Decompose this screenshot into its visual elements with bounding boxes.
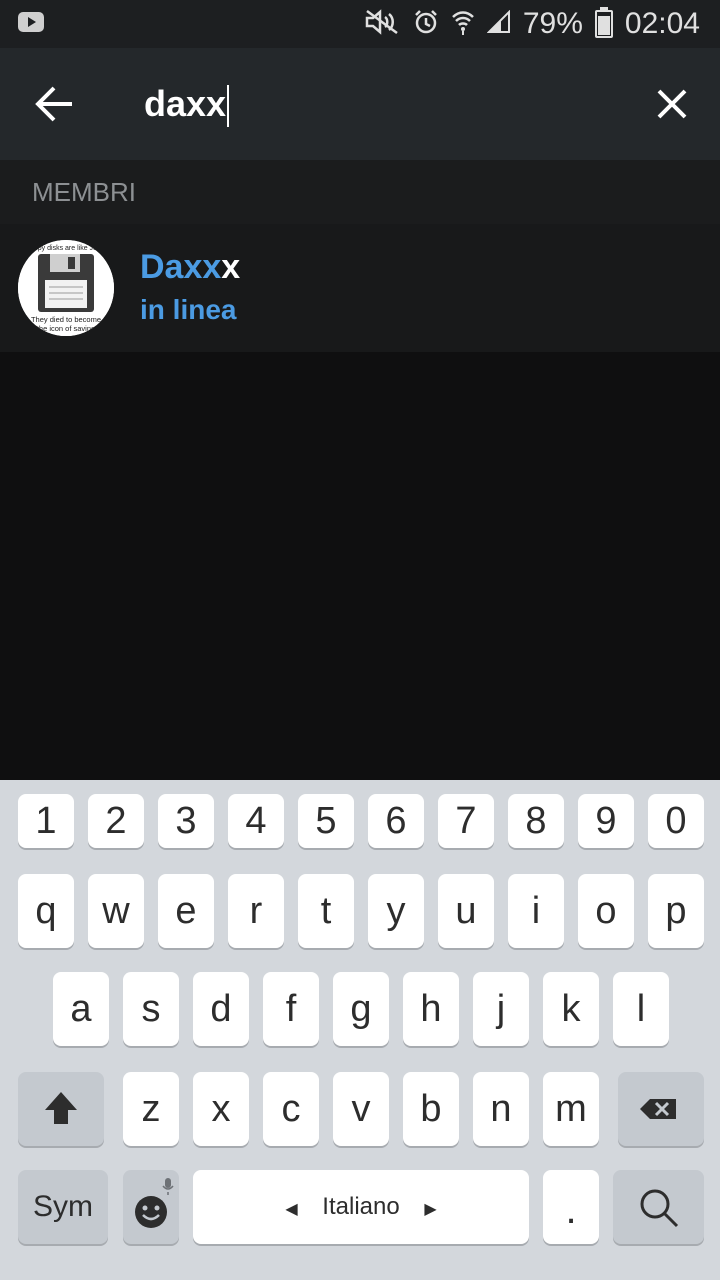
close-icon[interactable]: [650, 82, 694, 126]
key-8[interactable]: 8: [508, 794, 564, 848]
key-c[interactable]: c: [263, 1072, 319, 1146]
key-g[interactable]: g: [333, 972, 389, 1046]
clock: 02:04: [624, 7, 700, 40]
key-e[interactable]: e: [158, 874, 214, 948]
sym-key[interactable]: Sym: [18, 1170, 108, 1244]
avatar-caption-bottom2: the icon of saving: [37, 324, 95, 333]
chevron-right-icon: ▶: [424, 1201, 437, 1218]
key-f[interactable]: f: [263, 972, 319, 1046]
key-n[interactable]: n: [473, 1072, 529, 1146]
key-x[interactable]: x: [193, 1072, 249, 1146]
period-key[interactable]: .: [543, 1170, 599, 1244]
key-4[interactable]: 4: [228, 794, 284, 848]
key-y[interactable]: y: [368, 874, 424, 948]
key-p[interactable]: p: [648, 874, 704, 948]
wifi-icon: [451, 9, 475, 40]
backspace-key[interactable]: [618, 1072, 704, 1146]
key-d[interactable]: d: [193, 972, 249, 1046]
battery-percent: 79%: [522, 7, 583, 40]
back-arrow-icon[interactable]: [30, 84, 78, 124]
key-a[interactable]: a: [53, 972, 109, 1046]
member-name-match: Daxx: [140, 248, 222, 286]
youtube-notification-icon: [18, 12, 44, 32]
search-query: daxx: [144, 83, 227, 124]
key-k[interactable]: k: [543, 972, 599, 1046]
search-icon: [640, 1189, 679, 1228]
shift-key[interactable]: [18, 1072, 104, 1146]
avatar-caption-top: Floppy disks are like Jesus: [24, 245, 108, 252]
key-b[interactable]: b: [403, 1072, 459, 1146]
avatar: Floppy disks are like Jesus They died to…: [18, 240, 114, 336]
key-o[interactable]: o: [578, 874, 634, 948]
language-label: Italiano: [322, 1193, 400, 1220]
key-9[interactable]: 9: [578, 794, 634, 848]
key-i[interactable]: i: [508, 874, 564, 948]
member-name: Daxxx: [140, 248, 240, 287]
member-name-rest: x: [221, 248, 241, 286]
key-s[interactable]: s: [123, 972, 179, 1046]
alarm-icon: [413, 9, 439, 40]
key-l[interactable]: l: [613, 972, 669, 1046]
text-cursor: [227, 85, 230, 128]
key-1[interactable]: 1: [18, 794, 74, 848]
keyboard: 1 2 3 4 5 6 7 8 9 0 q w e r t y u i o p …: [0, 780, 720, 1280]
key-w[interactable]: w: [88, 874, 144, 948]
section-title: MEMBRI: [32, 177, 136, 207]
search-header: daxx: [0, 48, 720, 160]
search-input[interactable]: daxx: [144, 78, 584, 130]
key-5[interactable]: 5: [298, 794, 354, 848]
emoji-key[interactable]: [123, 1170, 179, 1244]
key-7[interactable]: 7: [438, 794, 494, 848]
battery-icon: [594, 7, 613, 38]
key-6[interactable]: 6: [368, 794, 424, 848]
key-q[interactable]: q: [18, 874, 74, 948]
key-j[interactable]: j: [473, 972, 529, 1046]
list-item[interactable]: Floppy disks are like Jesus They died to…: [0, 224, 720, 352]
chevron-left-icon: ◀: [285, 1201, 298, 1218]
avatar-caption-bottom1: They died to become: [31, 315, 101, 324]
section-header-members: MEMBRI: [0, 160, 720, 224]
mute-icon: [363, 8, 401, 40]
member-status: in linea: [140, 294, 237, 325]
key-v[interactable]: v: [333, 1072, 389, 1146]
key-2[interactable]: 2: [88, 794, 144, 848]
key-h[interactable]: h: [403, 972, 459, 1046]
key-m[interactable]: m: [543, 1072, 599, 1146]
key-t[interactable]: t: [298, 874, 354, 948]
key-3[interactable]: 3: [158, 794, 214, 848]
search-key[interactable]: [613, 1170, 704, 1244]
key-0[interactable]: 0: [648, 794, 704, 848]
status-bar: 79% 02:04: [0, 0, 720, 48]
key-r[interactable]: r: [228, 874, 284, 948]
backspace-icon: [640, 1099, 676, 1119]
space-key[interactable]: ◀ Italiano ▶: [193, 1170, 529, 1244]
signal-icon: [486, 9, 511, 39]
shift-icon: [45, 1092, 77, 1124]
key-u[interactable]: u: [438, 874, 494, 948]
emoji-icon: [135, 1178, 174, 1228]
key-z[interactable]: z: [123, 1072, 179, 1146]
